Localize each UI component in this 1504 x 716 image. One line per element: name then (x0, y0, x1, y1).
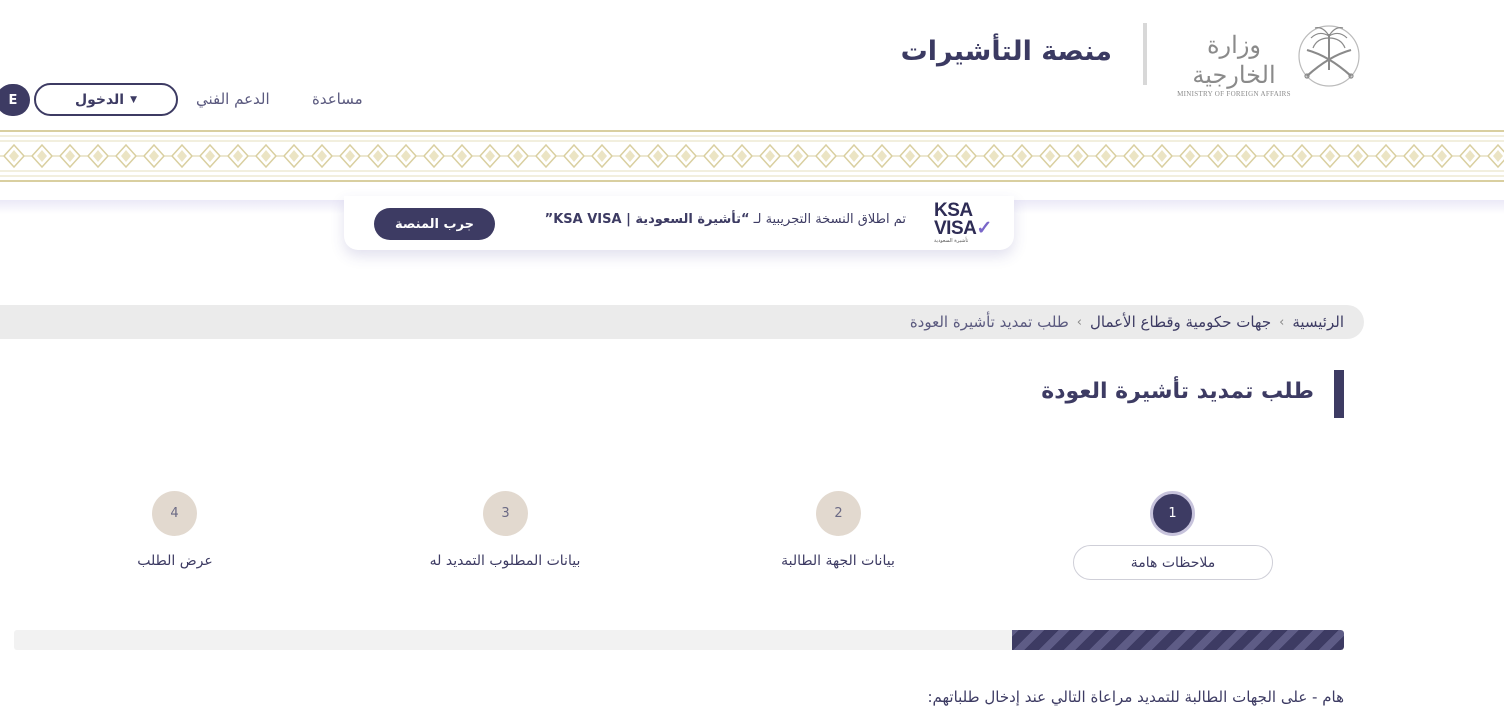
step-3-circle[interactable]: 3 (483, 491, 528, 536)
promo-text-prefix: تم اطلاق النسخة التجريبية لـ (749, 212, 906, 227)
breadcrumb-home[interactable]: الرئيسية (1292, 313, 1344, 331)
step-4-circle[interactable]: 4 (152, 491, 197, 536)
decorative-pattern-band (0, 129, 1504, 183)
step-2-label[interactable]: بيانات الجهة الطالبة (738, 553, 938, 569)
logo-divider (1143, 23, 1147, 85)
step-2-circle[interactable]: 2 (816, 491, 861, 536)
promo-banner: KSA VISA✓ تأشيرة السعودية تم اطلاق النسخ… (344, 196, 1014, 250)
progress-bar-fill (1011, 630, 1344, 650)
language-toggle-button[interactable]: E (0, 84, 30, 116)
chevron-left-icon: › (1279, 314, 1285, 330)
progress-bar (14, 630, 1344, 650)
ministry-name-english: MINISTRY OF FOREIGN AFFAIRS (1177, 90, 1291, 98)
breadcrumb-current: طلب تمديد تأشيرة العودة (909, 313, 1069, 331)
step-1-label[interactable]: ملاحظات هامة (1073, 545, 1273, 580)
page-title-accent (1334, 370, 1344, 418)
ksa-visa-logo-line2: VISA✓ (934, 218, 992, 239)
ksa-visa-logo-line2-text: VISA (934, 218, 977, 239)
try-platform-button[interactable]: جرب المنصة (374, 208, 495, 240)
breadcrumb: الرئيسية › جهات حكومية وقطاع الأعمال › ط… (0, 305, 1364, 339)
page-title: طلب تمديد تأشيرة العودة (1041, 379, 1314, 404)
promo-text-highlight: “تأشيرة السعودية | KSA VISA” (544, 212, 750, 227)
breadcrumb-gov-business[interactable]: جهات حكومية وقطاع الأعمال (1090, 313, 1271, 331)
promo-text: تم اطلاق النسخة التجريبية لـ “تأشيرة الس… (545, 212, 906, 227)
chevron-left-icon: › (1076, 314, 1082, 330)
important-note: هام - على الجهات الطالبة للتمديد مراعاة … (927, 688, 1344, 706)
ministry-name-arabic: وزارة الخارجية (1192, 31, 1276, 89)
ministry-wordmark: وزارة الخارجية MINISTRY OF FOREIGN AFFAI… (1169, 30, 1299, 98)
ministry-logo[interactable]: وزارة الخارجية MINISTRY OF FOREIGN AFFAI… (1143, 20, 1368, 98)
step-1-circle[interactable]: 1 (1150, 491, 1195, 536)
step-4-label[interactable]: عرض الطلب (95, 553, 255, 569)
saudi-emblem-icon (1298, 25, 1360, 87)
login-dropdown-button[interactable]: الدخول ▼ (34, 83, 178, 116)
platform-title: منصة التأشيرات (900, 36, 1112, 67)
login-label: الدخول (74, 91, 125, 108)
chevron-down-icon: ▼ (130, 94, 138, 105)
nav-tech-support-link[interactable]: الدعم الفني (196, 90, 270, 108)
ksa-visa-logo: KSA VISA✓ تأشيرة السعودية (934, 201, 992, 246)
nav-help-link[interactable]: مساعدة (312, 90, 363, 108)
step-3-label[interactable]: بيانات المطلوب التمديد له (395, 553, 615, 569)
